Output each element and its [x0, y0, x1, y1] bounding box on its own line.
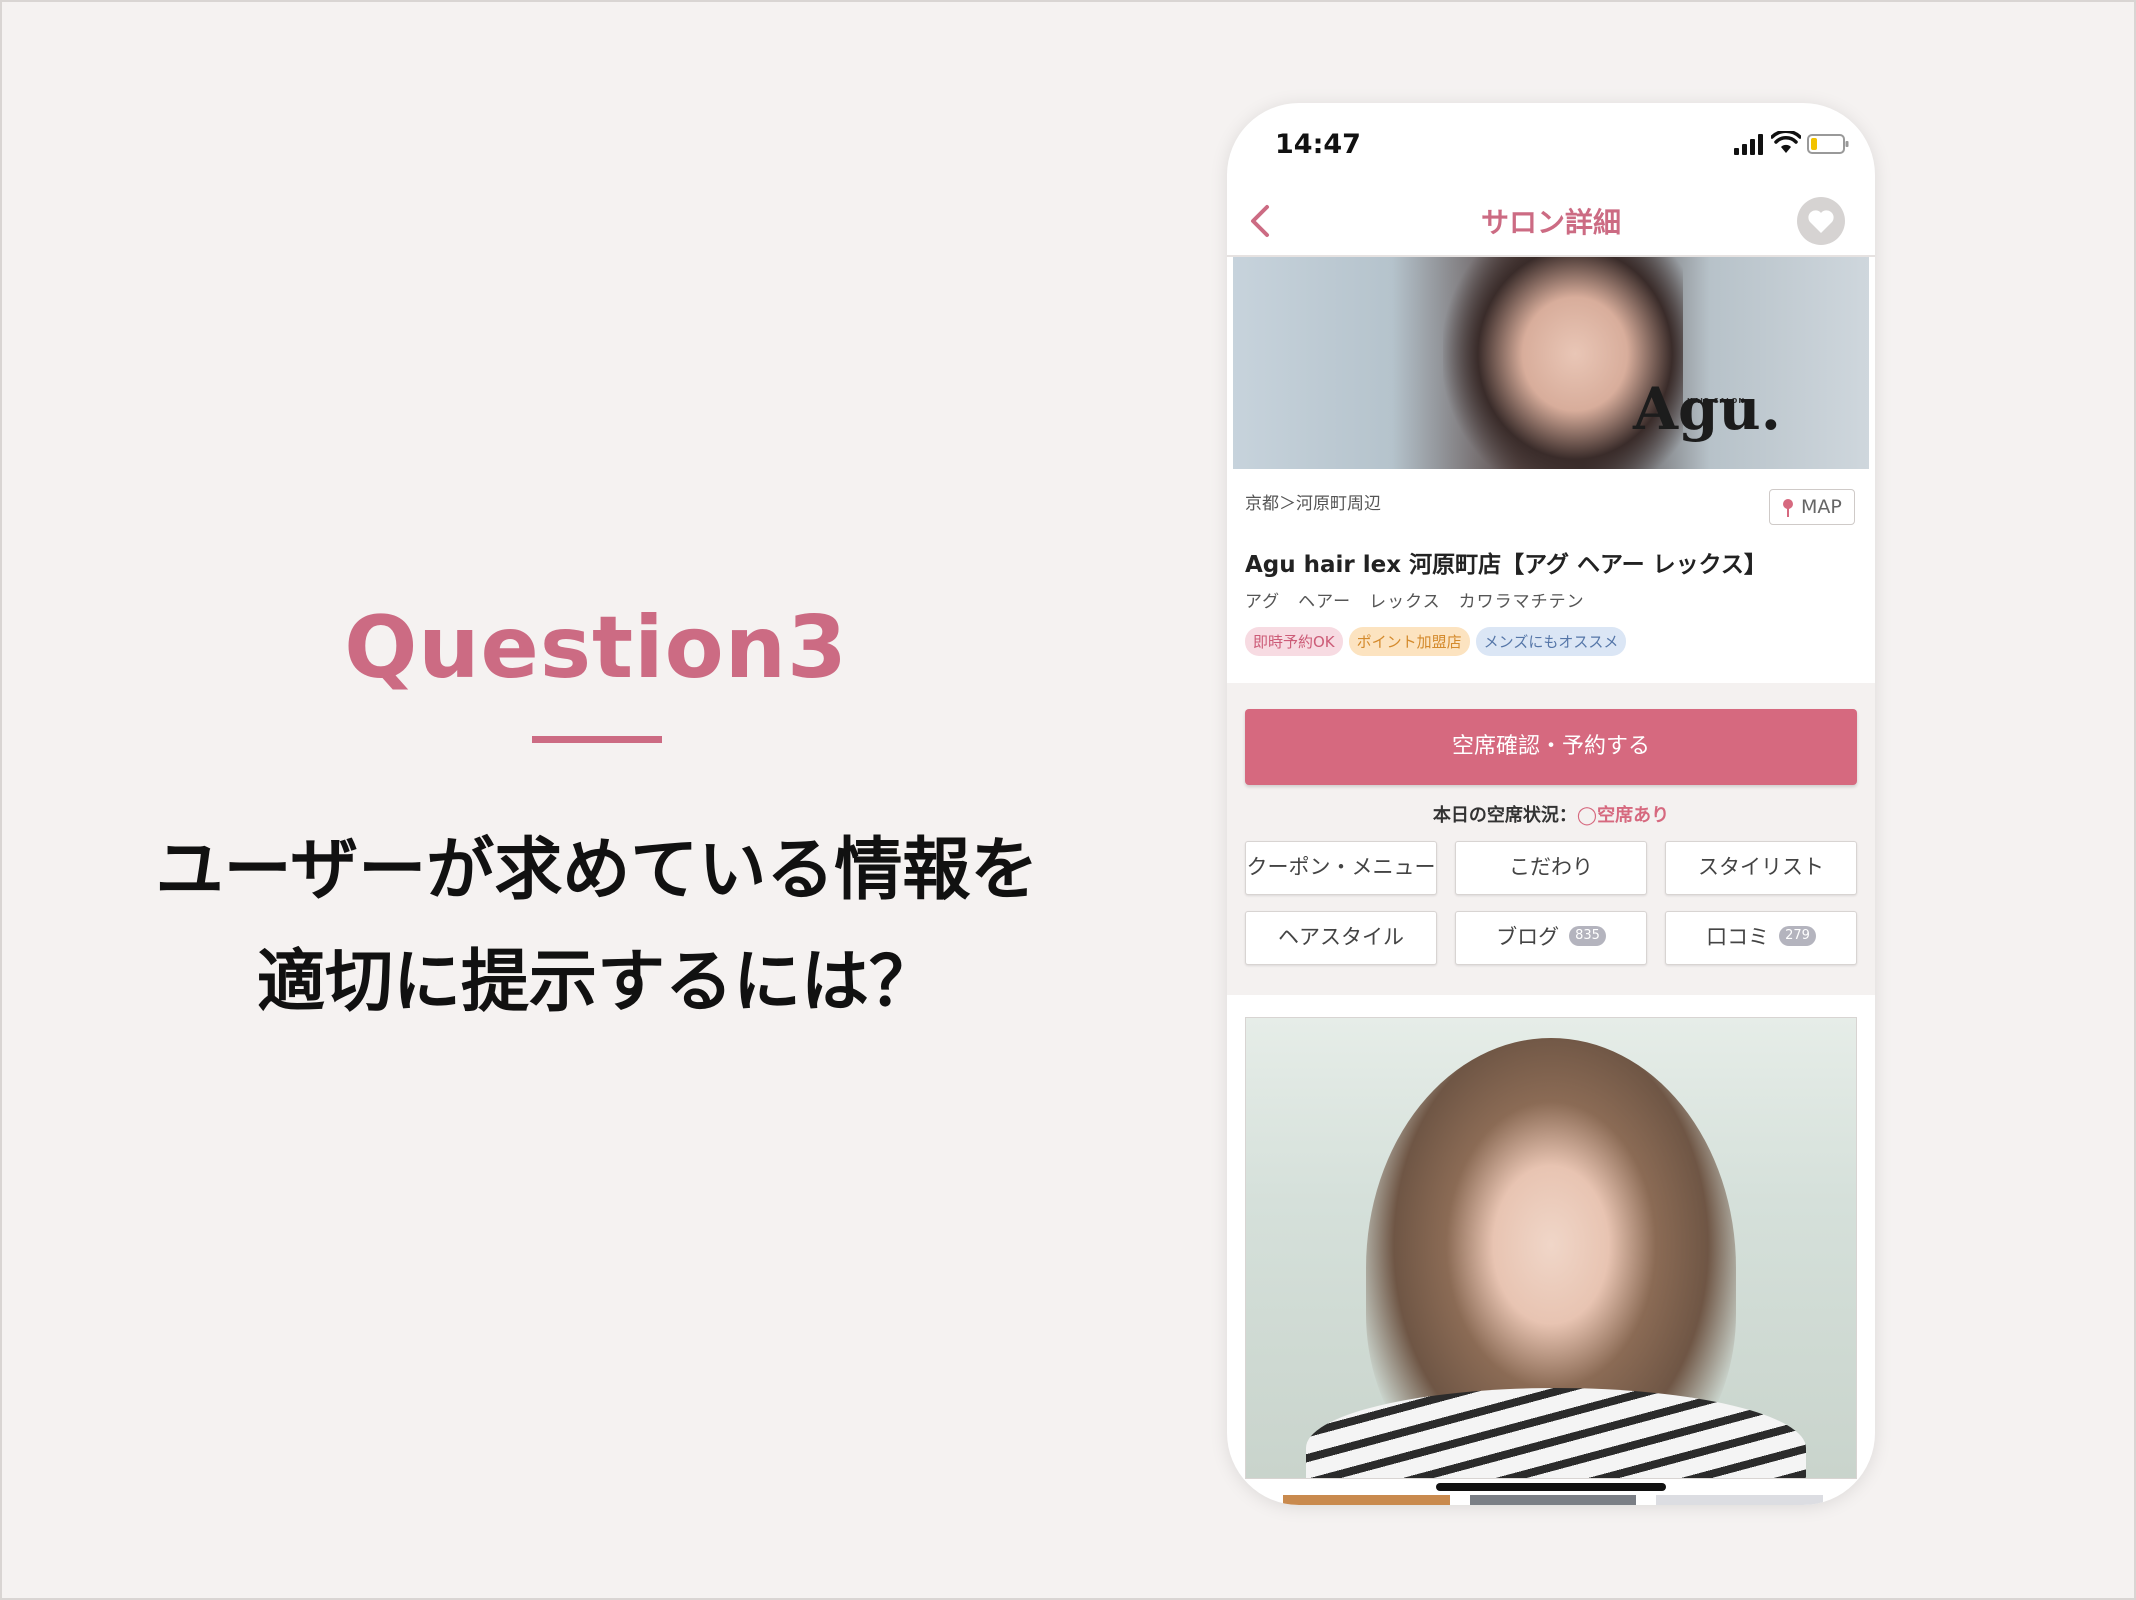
hairstyle-button[interactable]: ヘアスタイル — [1245, 911, 1437, 965]
stylist-button[interactable]: スタイリスト — [1665, 841, 1857, 895]
question-title: Question3 — [344, 598, 848, 698]
wifi-icon — [1771, 131, 1801, 153]
availability-label: 本日の空席状況： — [1432, 805, 1577, 826]
salon-logo: Agu. — [1633, 375, 1781, 443]
menu-label: ブログ — [1496, 925, 1560, 949]
question-line-1: ユーザーが求めている情報を — [155, 831, 1039, 910]
style-photo-shirt — [1306, 1388, 1806, 1478]
nav-title: サロン詳細 — [1480, 206, 1621, 239]
style-photo[interactable] — [1245, 1017, 1857, 1479]
availability-status: 本日の空席状況：◯空席あり — [1227, 801, 1875, 827]
menu-label: スタイリスト — [1698, 855, 1824, 879]
menu-grid: クーポン・メニュー こだわり スタイリスト ヘアスタイル ブログ 835 口コミ 2… — [1245, 841, 1857, 965]
battery-icon — [1807, 134, 1849, 154]
signal-icon — [1734, 134, 1763, 155]
menu-label: クーポン・メニュー — [1246, 855, 1436, 879]
menu-label: ヘアスタイル — [1278, 925, 1404, 949]
tag-instant-booking: 即時予約OK — [1245, 627, 1343, 656]
reserve-button[interactable]: 空席確認・予約する — [1245, 709, 1857, 785]
nav-bar: サロン詳細 — [1227, 183, 1875, 257]
status-bar: 14:47 — [1227, 103, 1875, 183]
blog-button[interactable]: ブログ 835 — [1455, 911, 1647, 965]
map-pin-icon — [1783, 499, 1793, 517]
tag-men-recommended: メンズにもオススメ — [1475, 627, 1627, 656]
tag-point-member: ポイント加盟店 — [1348, 627, 1470, 656]
availability-value: ◯空席あり — [1576, 805, 1670, 826]
question-text: ユーザーが求めている情報を 適切に提示するには？ — [150, 815, 1044, 1039]
reviews-button[interactable]: 口コミ 279 — [1665, 911, 1857, 965]
breadcrumb[interactable]: 京都＞河原町周辺 — [1245, 489, 1381, 514]
salon-kana: アグ ヘアー レックス カワラマチテン — [1245, 592, 1585, 612]
salon-name: Agu hair lex 河原町店【アグ ヘアー レックス】 — [1245, 552, 1767, 578]
thumbnail[interactable] — [1469, 1495, 1637, 1505]
title-divider — [532, 736, 662, 743]
thumbnail-strip — [1283, 1495, 1824, 1505]
reviews-count-badge: 279 — [1779, 926, 1816, 946]
phone-screen: 14:47 サロン詳細 HAIR SALON Agu. 京都＞河原町周辺 MAP… — [1227, 103, 1875, 1505]
coupon-menu-button[interactable]: クーポン・メニュー — [1245, 841, 1437, 895]
menu-label: こだわり — [1509, 855, 1593, 879]
thumbnail[interactable] — [1283, 1495, 1450, 1505]
map-label: MAP — [1801, 496, 1842, 518]
salon-hero-image: HAIR SALON Agu. — [1233, 257, 1869, 469]
home-indicator — [1436, 1483, 1666, 1491]
map-button[interactable]: MAP — [1769, 489, 1855, 525]
blog-count-badge: 835 — [1569, 926, 1606, 946]
status-time: 14:47 — [1275, 129, 1361, 160]
menu-label: 口コミ — [1706, 925, 1770, 949]
features-button[interactable]: こだわり — [1455, 841, 1647, 895]
heart-icon[interactable] — [1795, 195, 1847, 247]
question-line-2: 適切に提示するには？ — [256, 943, 937, 1022]
feature-tags: 即時予約OK ポイント加盟店 メンズにもオススメ — [1245, 627, 1627, 656]
thumbnail[interactable] — [1656, 1495, 1824, 1505]
